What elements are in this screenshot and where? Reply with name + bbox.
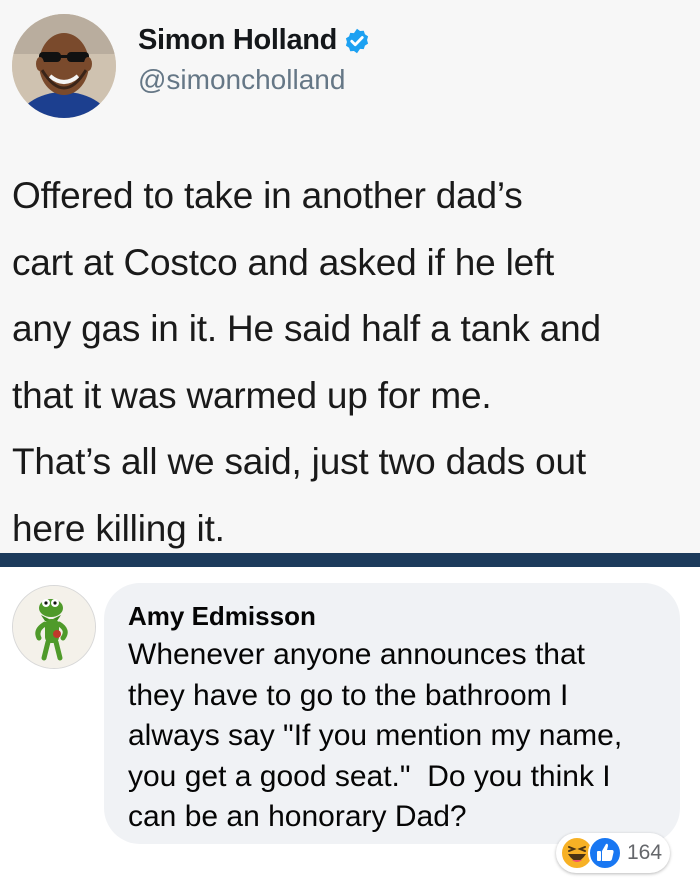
comment-section: Amy Edmisson Whenever anyone announces t… <box>0 567 700 894</box>
comment-bubble: Amy Edmisson Whenever anyone announces t… <box>104 583 680 844</box>
tweet-author-handle[interactable]: @simoncholland <box>138 64 345 96</box>
tweet-text: Offered to take in another dad’s cart at… <box>12 175 601 549</box>
commenter-name[interactable]: Amy Edmisson <box>128 601 316 632</box>
tweet-author-name-text[interactable]: Simon Holland <box>138 24 337 57</box>
tweet-author-name[interactable]: Simon Holland <box>138 24 371 57</box>
like-reaction-icon <box>588 836 622 870</box>
kermit-avatar-image <box>13 586 95 668</box>
reaction-count: 164 <box>627 841 663 864</box>
comment-text: Whenever anyone announces that they have… <box>128 638 623 833</box>
verified-badge-icon <box>343 27 371 55</box>
commenter-avatar[interactable] <box>12 585 96 669</box>
section-divider <box>0 553 700 567</box>
author-avatar[interactable] <box>12 14 116 118</box>
reaction-summary[interactable]: 164 <box>556 833 671 873</box>
tweet-card: Simon Holland @simoncholland Offered to … <box>0 0 700 553</box>
avatar-photo <box>12 14 116 118</box>
